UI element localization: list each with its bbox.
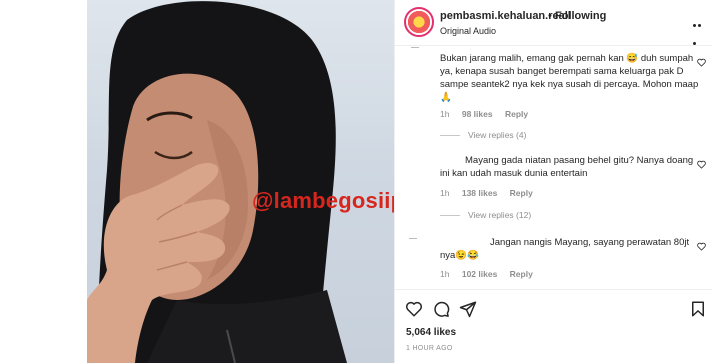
comment-text: Mayang gada niatan pasang behel gitu? Na… [440, 155, 694, 179]
video-frame-illustration [87, 1, 347, 363]
heart-icon[interactable] [697, 160, 706, 169]
post-time: 1 HOUR AGO [406, 345, 453, 352]
reply-link[interactable]: Reply [505, 109, 528, 119]
view-replies-link[interactable]: View replies (12) [440, 210, 531, 220]
reply-link[interactable]: Reply [510, 269, 533, 279]
comments-list: Bukan jarang malih, emang gak pernah kan… [395, 46, 713, 289]
post-media[interactable]: @lambegosiip [87, 0, 394, 363]
comment-likes[interactable]: 102 likes [462, 269, 497, 279]
comment-meta: 1h 102 likes Reply [440, 269, 543, 279]
comment-text: Bukan jarang malih, emang gak pernah kan… [440, 53, 699, 103]
comment-likes[interactable]: 138 likes [462, 188, 497, 198]
comment-icon[interactable] [432, 300, 450, 318]
comment-likes[interactable]: 98 likes [462, 109, 493, 119]
watermark-text: @lambegosiip [252, 188, 394, 213]
view-replies-link[interactable]: View replies (4) [440, 130, 526, 140]
more-options-icon[interactable] [693, 14, 707, 45]
following-button[interactable]: Following [555, 10, 606, 22]
comment-time: 1h [440, 269, 450, 279]
share-icon[interactable] [459, 300, 477, 318]
heart-icon[interactable] [405, 300, 423, 318]
left-backdrop [0, 0, 87, 363]
post-side-panel: pembasmi.kehaluan.reall • Following Orig… [394, 0, 713, 363]
post-actions: 5,064 likes 1 HOUR AGO [395, 289, 713, 363]
bookmark-icon[interactable] [689, 300, 707, 318]
comment-meta: 1h 138 likes Reply [440, 188, 543, 198]
right-backdrop [712, 0, 720, 363]
comment-meta: 1h 98 likes Reply [440, 109, 538, 119]
likes-count[interactable]: 5,064 likes [406, 327, 456, 338]
separator-dot: • [548, 10, 552, 22]
reply-link[interactable]: Reply [510, 188, 533, 198]
comment-time: 1h [440, 188, 450, 198]
comment-avatar[interactable] [409, 238, 417, 241]
heart-icon[interactable] [697, 58, 706, 67]
comment-text: Jangan nangis Mayang, sayang perawatan 8… [440, 237, 690, 261]
comment-time: 1h [440, 109, 450, 119]
view-replies-label: View replies (12) [468, 210, 532, 220]
audio-link[interactable]: Original Audio [440, 26, 496, 36]
view-replies-label: View replies (4) [468, 130, 527, 140]
avatar[interactable] [404, 7, 434, 37]
post-header: pembasmi.kehaluan.reall • Following Orig… [395, 0, 713, 46]
heart-icon[interactable] [697, 242, 706, 251]
truncated-row-icon [411, 47, 419, 50]
